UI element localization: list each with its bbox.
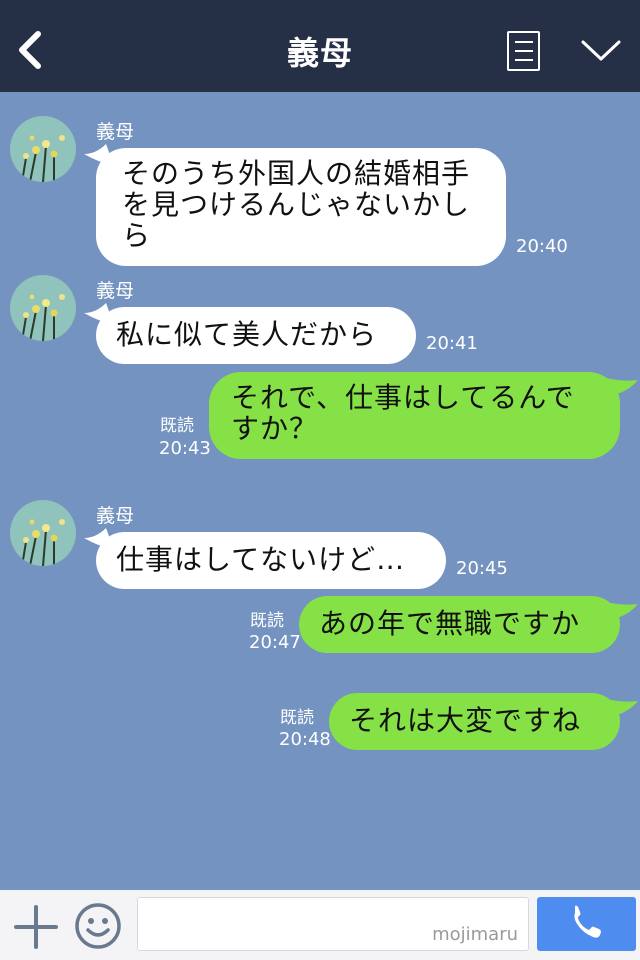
chat-title: 義母 xyxy=(286,34,353,72)
sender-avatar[interactable] xyxy=(10,500,76,566)
watermark: mojimaru xyxy=(432,924,518,945)
message-input-box[interactable]: mojimaru xyxy=(137,897,529,951)
read-receipt: 既読 xyxy=(160,416,194,436)
message-time: 20:43 xyxy=(159,438,211,459)
bubble-tail xyxy=(606,378,638,396)
message-input[interactable] xyxy=(146,906,410,942)
message-time: 20:41 xyxy=(426,333,478,354)
chat-area[interactable]: 義母 そのうち外国人の結婚相手を見つけるんじゃないかしら 20:40 義母 私に… xyxy=(0,92,640,890)
chat-header: 義母 xyxy=(0,0,640,92)
read-receipt: 既読 xyxy=(250,611,284,631)
bubble-tail xyxy=(606,699,638,717)
message-bubble[interactable]: あの年で無職ですか xyxy=(299,596,620,653)
sender-avatar[interactable] xyxy=(10,116,76,182)
message-time: 20:45 xyxy=(456,558,508,579)
sender-name: 義母 xyxy=(96,121,135,143)
smiley-icon[interactable] xyxy=(74,902,122,950)
message-bubble[interactable]: それは大変ですね xyxy=(329,693,620,750)
flower-photo-icon xyxy=(10,500,76,566)
plus-icon[interactable] xyxy=(14,905,58,949)
chevron-down-icon[interactable] xyxy=(580,38,622,64)
menu-icon[interactable] xyxy=(507,31,540,71)
sender-name: 義母 xyxy=(96,505,135,527)
message-time: 20:48 xyxy=(279,729,331,750)
message-bubble[interactable]: そのうち外国人の結婚相手を見つけるんじゃないかしら xyxy=(96,148,506,266)
bubble-tail xyxy=(606,602,638,620)
sender-avatar[interactable] xyxy=(10,275,76,341)
read-receipt: 既読 xyxy=(280,708,314,728)
call-button[interactable] xyxy=(537,897,636,951)
flower-photo-icon xyxy=(10,275,76,341)
phone-icon xyxy=(574,905,601,938)
message-time: 20:47 xyxy=(249,632,301,653)
flower-photo-icon xyxy=(10,116,76,182)
message-bubble[interactable]: それで、仕事はしてるんですか？ xyxy=(209,372,620,459)
message-bubble[interactable]: 仕事はしてないけど… xyxy=(96,532,446,589)
message-bubble[interactable]: 私に似て美人だから xyxy=(96,307,416,364)
message-time: 20:40 xyxy=(516,236,568,257)
sender-name: 義母 xyxy=(96,280,135,302)
